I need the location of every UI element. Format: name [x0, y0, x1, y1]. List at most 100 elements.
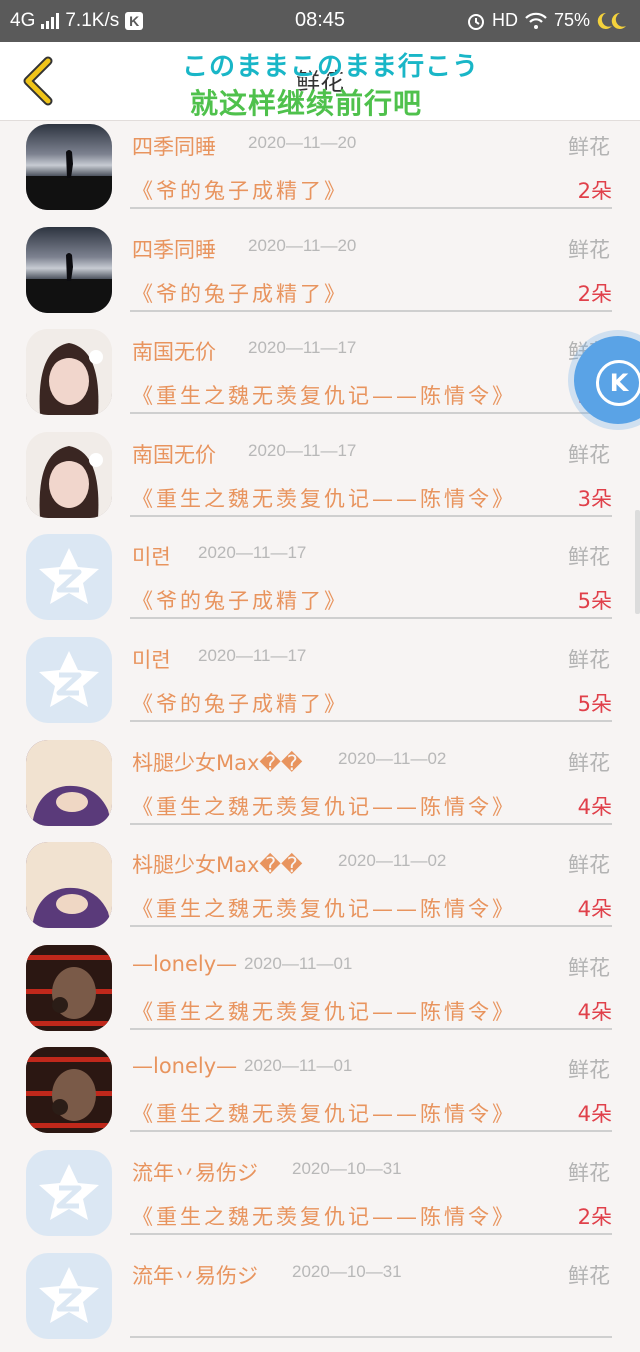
- row-divider: [130, 1232, 612, 1235]
- battery-percent: 75%: [553, 10, 590, 30]
- sender-name[interactable]: 四季同睡: [132, 234, 216, 264]
- sender-name[interactable]: 미련: [132, 644, 171, 674]
- gift-date: 2020—11—02: [338, 748, 447, 768]
- gift-type: 鲜花: [568, 853, 610, 878]
- avatar[interactable]: [26, 1149, 112, 1236]
- flower-count: 3朵: [577, 486, 612, 511]
- row-divider: [130, 514, 612, 517]
- gift-date: 2020—11—17: [198, 543, 307, 563]
- row-divider: [130, 1027, 612, 1030]
- flower-count: 4朵: [577, 999, 612, 1024]
- avatar[interactable]: [26, 226, 112, 313]
- list-item[interactable]: 四季同睡 2020—11—20 鲜花 《爷的兔子成精了》 2朵: [0, 121, 640, 224]
- gift-type: 鲜花: [568, 1058, 610, 1083]
- avatar[interactable]: [26, 739, 112, 826]
- moon-battery-icon: [597, 12, 626, 29]
- row-divider: [130, 719, 612, 722]
- sender-name[interactable]: 枓腿少女Max��: [132, 849, 302, 879]
- book-title[interactable]: 《重生之魏无羡复仇记——陈情令》: [132, 791, 516, 821]
- sender-name[interactable]: 南国无价: [132, 439, 216, 469]
- row-divider: [130, 309, 612, 312]
- list-item[interactable]: 미련 2020—11—17 鲜花《爷的兔子成精了》 5朵: [0, 634, 640, 737]
- gift-type: 鲜花: [568, 647, 610, 672]
- row-divider: [130, 925, 612, 928]
- scrollbar-indicator[interactable]: [635, 510, 640, 614]
- gift-type: 鲜花: [568, 1263, 610, 1288]
- list-item[interactable]: 枓腿少女Max�� 2020—11—02 鲜花《重生之魏无羡复仇记——陈情令》 4朵: [0, 737, 640, 840]
- list-item[interactable]: 流年丷易伤ジ 2020—10—31 鲜花《重生之魏无羡复仇记——陈情令》 2朵: [0, 1147, 640, 1250]
- sender-name[interactable]: 枓腿少女Max��: [132, 747, 302, 777]
- book-title[interactable]: 《重生之魏无羡复仇记——陈情令》: [132, 1098, 516, 1128]
- hd-label: HD: [491, 10, 518, 30]
- list-item[interactable]: 流年丷易伤ジ 2020—10—31 鲜花: [0, 1250, 640, 1352]
- list-item[interactable]: —lonely— 2020—11—01 鲜花《重生之魏无羡复仇记——陈情令》 4朵: [0, 942, 640, 1045]
- sender-name[interactable]: 四季同睡: [132, 131, 216, 161]
- avatar[interactable]: [26, 636, 112, 723]
- book-title[interactable]: 《重生之魏无羡复仇记——陈情令》: [132, 483, 516, 513]
- overlay-caption-chinese: 就这样继续前行吧: [190, 87, 423, 120]
- status-right: HD 75%: [466, 10, 628, 31]
- book-title[interactable]: 《重生之魏无羡复仇记——陈情令》: [132, 893, 516, 923]
- avatar[interactable]: [26, 124, 112, 210]
- flower-gift-list: 四季同睡 2020—11—20 鲜花 《爷的兔子成精了》 2朵 四季同睡 2020—11—2…: [0, 121, 640, 1352]
- flower-count: 4朵: [577, 897, 612, 922]
- overlay-caption-japanese: このままこのまま行こう: [182, 52, 480, 82]
- avatar[interactable]: [26, 842, 112, 929]
- avatar[interactable]: [26, 1252, 112, 1339]
- page-header: 鲜花 このままこのまま行こう 就这样继续前行吧: [0, 42, 640, 121]
- gift-date: 2020—11—17: [198, 645, 307, 665]
- book-title[interactable]: 《重生之魏无羡复仇记——陈情令》: [132, 1201, 516, 1231]
- avatar[interactable]: [26, 329, 112, 416]
- gift-type: 鲜花: [568, 442, 610, 467]
- book-title[interactable]: 《爷的兔子成精了》: [132, 278, 348, 308]
- gift-date: 2020—10—31: [292, 1158, 402, 1178]
- sender-name[interactable]: 미련: [132, 541, 171, 571]
- row-divider: [130, 1335, 612, 1338]
- avatar[interactable]: [26, 1047, 112, 1134]
- wifi-icon: [525, 12, 547, 29]
- list-item[interactable]: 枓腿少女Max�� 2020—11—02 鲜花《重生之魏无羡复仇记——陈情令》 4朵: [0, 839, 640, 942]
- sender-name[interactable]: —lonely—: [132, 1054, 237, 1078]
- book-title[interactable]: 《爷的兔子成精了》: [132, 585, 348, 615]
- avatar[interactable]: [26, 534, 112, 621]
- flower-count: 5朵: [577, 691, 612, 716]
- k-icon: K: [596, 360, 640, 406]
- gift-type: 鲜花: [568, 545, 610, 570]
- flower-count: 4朵: [577, 1102, 612, 1127]
- book-title[interactable]: 《重生之魏无羡复仇记——陈情令》: [132, 380, 516, 410]
- list-item[interactable]: —lonely— 2020—11—01 鲜花《重生之魏无羡复仇记——陈情令》 4朵: [0, 1044, 640, 1147]
- gift-date: 2020—11—01: [244, 953, 353, 973]
- gift-date: 2020—10—31: [292, 1261, 402, 1281]
- gift-type: 鲜花: [568, 750, 610, 775]
- flower-count: 5朵: [577, 589, 612, 614]
- list-item[interactable]: 四季同睡 2020—11—20 鲜花《爷的兔子成精了》 2朵: [0, 224, 640, 327]
- row-divider: [130, 1130, 612, 1133]
- flower-count: 4朵: [577, 794, 612, 819]
- list-item[interactable]: 미련 2020—11—17 鲜花《爷的兔子成精了》 5朵: [0, 531, 640, 634]
- avatar[interactable]: [26, 431, 112, 518]
- row-divider: [130, 412, 612, 415]
- status-bar: 4G 7.1K/s K 08:45 HD 75%: [0, 0, 640, 42]
- flower-count: 2朵: [577, 179, 612, 203]
- gift-date: 2020—11—20: [248, 235, 357, 255]
- list-item[interactable]: 南国无价2020—11—17鲜花《重生之魏无羡复仇记——陈情令》3朵: [0, 429, 640, 532]
- alarm-icon: [467, 13, 484, 30]
- sender-name[interactable]: 流年丷易伤ジ: [132, 1260, 258, 1290]
- flower-count: 2朵: [577, 281, 612, 306]
- gift-date: 2020—11—17: [248, 338, 357, 358]
- flower-count: 2朵: [577, 1204, 612, 1229]
- book-title[interactable]: 《爷的兔子成精了》: [132, 175, 348, 205]
- gift-type: 鲜花: [568, 237, 610, 262]
- list-item[interactable]: 南国无价2020—11—17鲜花《重生之魏无羡复仇记——陈情令》3朵: [0, 326, 640, 429]
- sender-name[interactable]: 流年丷易伤ジ: [132, 1157, 258, 1187]
- avatar[interactable]: [26, 944, 112, 1031]
- sender-name[interactable]: —lonely—: [132, 952, 237, 976]
- gift-type: 鲜花: [568, 1160, 610, 1185]
- row-divider: [130, 822, 612, 825]
- sender-name[interactable]: 南国无价: [132, 336, 216, 366]
- gift-type: 鲜花: [568, 955, 610, 980]
- book-title[interactable]: 《爷的兔子成精了》: [132, 688, 348, 718]
- gift-date: 2020—11—02: [338, 851, 447, 871]
- gift-date: 2020—11—01: [244, 1056, 353, 1076]
- book-title[interactable]: 《重生之魏无羡复仇记——陈情令》: [132, 996, 516, 1026]
